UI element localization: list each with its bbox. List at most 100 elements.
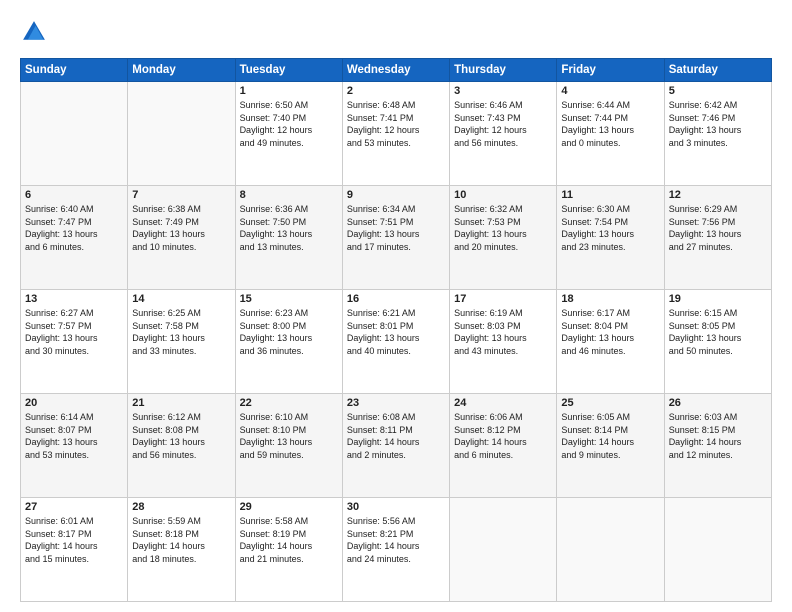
- day-number: 25: [561, 397, 659, 409]
- day-number: 15: [240, 293, 338, 305]
- day-number: 11: [561, 189, 659, 201]
- calendar-cell: 8 Sunrise: 6:36 AM Sunset: 7:50 PM Daylig…: [235, 186, 342, 290]
- day-number: 20: [25, 397, 123, 409]
- calendar-cell: 30Sunrise: 5:56 AM Sunset: 8:21 PM Dayli…: [342, 498, 449, 602]
- day-number: 10: [454, 189, 552, 201]
- calendar-cell: 9Sunrise: 6:34 AM Sunset: 7:51 PM Daylig…: [342, 186, 449, 290]
- day-number: 22: [240, 397, 338, 409]
- day-info: Sunrise: 6:05 AM Sunset: 8:14 PM Dayligh…: [561, 411, 659, 461]
- day-number: 3: [454, 85, 552, 97]
- calendar-row-3: 20 Sunrise: 6:14 AM Sunset: 8:07 PM Dayli…: [21, 394, 772, 498]
- day-number: 14: [132, 293, 230, 305]
- day-number: 1: [240, 85, 338, 97]
- calendar-cell: [664, 498, 771, 602]
- weekday-header-row: SundayMondayTuesdayWednesdayThursdayFrid…: [21, 59, 772, 82]
- logo: [20, 18, 52, 46]
- calendar-row-1: 6 Sunrise: 6:40 AM Sunset: 7:47 PM Daylig…: [21, 186, 772, 290]
- day-number: 9: [347, 189, 445, 201]
- day-info: Sunrise: 6:08 AM Sunset: 8:11 PM Dayligh…: [347, 411, 445, 461]
- day-info: Sunrise: 6:36 AM Sunset: 7:50 PM Dayligh…: [240, 203, 338, 253]
- calendar-cell: 7 Sunrise: 6:38 AM Sunset: 7:49 PM Daylig…: [128, 186, 235, 290]
- calendar-cell: [128, 82, 235, 186]
- calendar-cell: 11 Sunrise: 6:30 AM Sunset: 7:54 PM Dayli…: [557, 186, 664, 290]
- day-info: Sunrise: 6:38 AM Sunset: 7:49 PM Dayligh…: [132, 203, 230, 253]
- day-number: 16: [347, 293, 445, 305]
- weekday-header-wednesday: Wednesday: [342, 59, 449, 82]
- weekday-header-friday: Friday: [557, 59, 664, 82]
- calendar-row-2: 13 Sunrise: 6:27 AM Sunset: 7:57 PM Dayli…: [21, 290, 772, 394]
- day-info: Sunrise: 5:59 AM Sunset: 8:18 PM Dayligh…: [132, 515, 230, 565]
- day-info: Sunrise: 6:48 AM Sunset: 7:41 PM Dayligh…: [347, 99, 445, 149]
- day-info: Sunrise: 6:29 AM Sunset: 7:56 PM Dayligh…: [669, 203, 767, 253]
- day-info: Sunrise: 6:40 AM Sunset: 7:47 PM Dayligh…: [25, 203, 123, 253]
- calendar-cell: 23 Sunrise: 6:08 AM Sunset: 8:11 PM Dayli…: [342, 394, 449, 498]
- calendar-cell: 27 Sunrise: 6:01 AM Sunset: 8:17 PM Dayli…: [21, 498, 128, 602]
- day-info: Sunrise: 6:15 AM Sunset: 8:05 PM Dayligh…: [669, 307, 767, 357]
- weekday-header-sunday: Sunday: [21, 59, 128, 82]
- calendar-cell: 12Sunrise: 6:29 AM Sunset: 7:56 PM Dayli…: [664, 186, 771, 290]
- weekday-header-monday: Monday: [128, 59, 235, 82]
- day-info: Sunrise: 6:03 AM Sunset: 8:15 PM Dayligh…: [669, 411, 767, 461]
- calendar-cell: 16 Sunrise: 6:21 AM Sunset: 8:01 PM Dayli…: [342, 290, 449, 394]
- calendar-cell: 19 Sunrise: 6:15 AM Sunset: 8:05 PM Dayli…: [664, 290, 771, 394]
- day-number: 23: [347, 397, 445, 409]
- day-number: 17: [454, 293, 552, 305]
- day-info: Sunrise: 6:01 AM Sunset: 8:17 PM Dayligh…: [25, 515, 123, 565]
- day-number: 21: [132, 397, 230, 409]
- calendar-cell: [450, 498, 557, 602]
- calendar-cell: 5 Sunrise: 6:42 AM Sunset: 7:46 PM Daylig…: [664, 82, 771, 186]
- day-number: 5: [669, 85, 767, 97]
- calendar-cell: 20 Sunrise: 6:14 AM Sunset: 8:07 PM Dayli…: [21, 394, 128, 498]
- calendar-cell: 13 Sunrise: 6:27 AM Sunset: 7:57 PM Dayli…: [21, 290, 128, 394]
- day-number: 30: [347, 501, 445, 513]
- calendar-cell: 17 Sunrise: 6:19 AM Sunset: 8:03 PM Dayli…: [450, 290, 557, 394]
- calendar-cell: 28 Sunrise: 5:59 AM Sunset: 8:18 PM Dayli…: [128, 498, 235, 602]
- calendar-cell: 6 Sunrise: 6:40 AM Sunset: 7:47 PM Daylig…: [21, 186, 128, 290]
- calendar: SundayMondayTuesdayWednesdayThursdayFrid…: [20, 58, 772, 602]
- day-number: 4: [561, 85, 659, 97]
- day-number: 19: [669, 293, 767, 305]
- calendar-cell: 14 Sunrise: 6:25 AM Sunset: 7:58 PM Dayli…: [128, 290, 235, 394]
- weekday-header-saturday: Saturday: [664, 59, 771, 82]
- calendar-cell: 25 Sunrise: 6:05 AM Sunset: 8:14 PM Dayli…: [557, 394, 664, 498]
- day-info: Sunrise: 6:21 AM Sunset: 8:01 PM Dayligh…: [347, 307, 445, 357]
- weekday-header-tuesday: Tuesday: [235, 59, 342, 82]
- logo-icon: [20, 18, 48, 46]
- day-info: Sunrise: 5:58 AM Sunset: 8:19 PM Dayligh…: [240, 515, 338, 565]
- day-number: 2: [347, 85, 445, 97]
- calendar-row-4: 27 Sunrise: 6:01 AM Sunset: 8:17 PM Dayli…: [21, 498, 772, 602]
- day-number: 7: [132, 189, 230, 201]
- page: SundayMondayTuesdayWednesdayThursdayFrid…: [0, 0, 792, 612]
- day-info: Sunrise: 6:25 AM Sunset: 7:58 PM Dayligh…: [132, 307, 230, 357]
- calendar-cell: 24Sunrise: 6:06 AM Sunset: 8:12 PM Dayli…: [450, 394, 557, 498]
- day-number: 6: [25, 189, 123, 201]
- day-number: 27: [25, 501, 123, 513]
- calendar-cell: 26 Sunrise: 6:03 AM Sunset: 8:15 PM Dayli…: [664, 394, 771, 498]
- day-number: 26: [669, 397, 767, 409]
- header: [20, 18, 772, 46]
- day-info: Sunrise: 6:06 AM Sunset: 8:12 PM Dayligh…: [454, 411, 552, 461]
- day-info: Sunrise: 6:27 AM Sunset: 7:57 PM Dayligh…: [25, 307, 123, 357]
- calendar-cell: [557, 498, 664, 602]
- day-number: 13: [25, 293, 123, 305]
- day-info: Sunrise: 6:46 AM Sunset: 7:43 PM Dayligh…: [454, 99, 552, 149]
- day-info: Sunrise: 6:10 AM Sunset: 8:10 PM Dayligh…: [240, 411, 338, 461]
- calendar-cell: 2 Sunrise: 6:48 AM Sunset: 7:41 PM Daylig…: [342, 82, 449, 186]
- day-number: 8: [240, 189, 338, 201]
- calendar-cell: 15Sunrise: 6:23 AM Sunset: 8:00 PM Dayli…: [235, 290, 342, 394]
- day-number: 18: [561, 293, 659, 305]
- day-info: Sunrise: 6:14 AM Sunset: 8:07 PM Dayligh…: [25, 411, 123, 461]
- calendar-cell: 18 Sunrise: 6:17 AM Sunset: 8:04 PM Dayli…: [557, 290, 664, 394]
- day-number: 28: [132, 501, 230, 513]
- calendar-cell: 1Sunrise: 6:50 AM Sunset: 7:40 PM Daylig…: [235, 82, 342, 186]
- day-info: Sunrise: 6:19 AM Sunset: 8:03 PM Dayligh…: [454, 307, 552, 357]
- calendar-cell: 21Sunrise: 6:12 AM Sunset: 8:08 PM Dayli…: [128, 394, 235, 498]
- day-info: Sunrise: 6:44 AM Sunset: 7:44 PM Dayligh…: [561, 99, 659, 149]
- day-info: Sunrise: 6:42 AM Sunset: 7:46 PM Dayligh…: [669, 99, 767, 149]
- weekday-header-thursday: Thursday: [450, 59, 557, 82]
- calendar-row-0: 1Sunrise: 6:50 AM Sunset: 7:40 PM Daylig…: [21, 82, 772, 186]
- day-info: Sunrise: 6:32 AM Sunset: 7:53 PM Dayligh…: [454, 203, 552, 253]
- day-info: Sunrise: 6:17 AM Sunset: 8:04 PM Dayligh…: [561, 307, 659, 357]
- day-info: Sunrise: 6:30 AM Sunset: 7:54 PM Dayligh…: [561, 203, 659, 253]
- day-number: 29: [240, 501, 338, 513]
